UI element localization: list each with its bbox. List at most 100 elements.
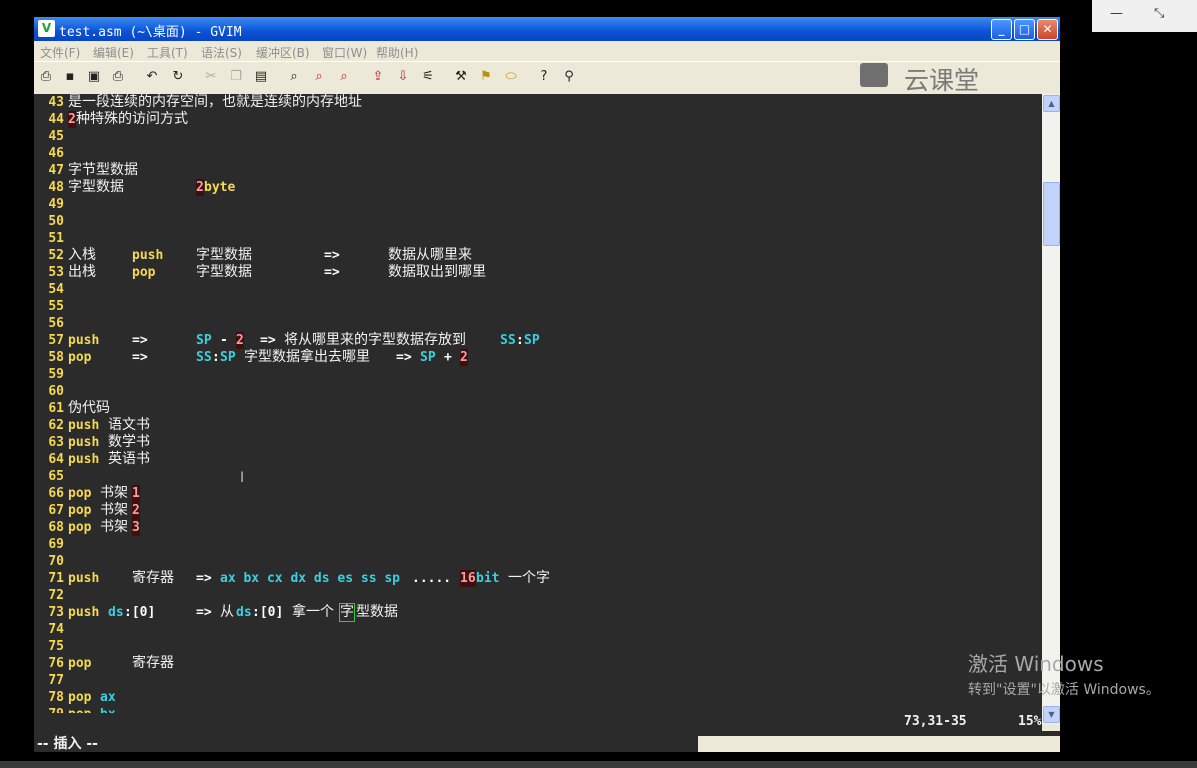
editor-line: 45	[34, 128, 1034, 145]
gvim-window: V test.asm (~\桌面) - GVIM _ □ ✕ 文件(F) 编辑(…	[34, 17, 1060, 752]
run-script-icon[interactable]: ⚟	[419, 68, 437, 86]
scroll-percent: 15%	[1018, 714, 1042, 729]
close-button[interactable]: ✕	[1037, 19, 1058, 40]
tag-jump-icon[interactable]: ⬭	[502, 68, 520, 86]
logo-mark-icon	[860, 63, 888, 87]
status-line: 73,31-35 15%	[34, 713, 1042, 731]
editor-line: 79 pop bx	[34, 706, 1034, 713]
editor-line: 53 出栈 pop 字型数据 => 数据取出到哪里	[34, 264, 1034, 281]
code-token: 数学书	[108, 434, 150, 450]
text-cursor: 字	[339, 603, 355, 622]
code-token: 数据从哪里来	[388, 247, 472, 263]
maximize-button[interactable]: □	[1014, 19, 1035, 40]
line-number: 57	[48, 333, 64, 348]
vertical-scrollbar[interactable]: ▲ ▼	[1042, 94, 1060, 724]
minimize-button[interactable]: _	[991, 19, 1012, 40]
line-number: 56	[48, 316, 64, 331]
code-token: 字型数据	[196, 264, 252, 280]
outer-restore-button[interactable]: ⤡	[1154, 6, 1164, 21]
scroll-thumb[interactable]	[1043, 182, 1060, 246]
run-ctags-icon[interactable]: ⚑	[477, 68, 495, 86]
load-session-icon[interactable]: ⇪	[369, 68, 387, 86]
copy-icon[interactable]: ❐	[227, 68, 245, 86]
menu-help[interactable]: 帮助(H)	[376, 44, 418, 61]
find-replace-icon[interactable]: ⌕	[285, 68, 303, 86]
line-number: 52	[48, 248, 64, 263]
logo-text: 云课堂	[904, 66, 980, 95]
code-token: push	[68, 452, 100, 467]
line-number: 70	[48, 554, 64, 569]
code-token: pop	[68, 503, 92, 518]
code-token: =>	[260, 333, 276, 348]
editor-line: 73 push ds:[0] => 从 ds:[0] 拿一个字型数据	[34, 603, 1034, 622]
save-all-icon[interactable]: ▣	[85, 68, 103, 86]
scroll-down-arrow-icon[interactable]: ▼	[1043, 706, 1060, 723]
make-icon[interactable]: ⚒	[452, 68, 470, 86]
code-token: 种特殊的访问方式	[76, 111, 188, 127]
editor-line: 77	[34, 672, 1034, 689]
code-token: =>	[132, 333, 148, 348]
code-token: SP	[524, 333, 540, 348]
code-token: 伪代码	[68, 400, 110, 416]
line-number: 45	[48, 129, 64, 144]
editor-line: 70	[34, 553, 1034, 570]
code-token: SS	[500, 333, 516, 348]
print-icon[interactable]: ⎙	[109, 68, 127, 86]
cut-icon[interactable]: ✂	[202, 68, 220, 86]
editor-line: 55	[34, 298, 1034, 315]
scroll-up-arrow-icon[interactable]: ▲	[1043, 95, 1060, 112]
code-token: 从	[220, 604, 234, 620]
editor-line: 63 push 数学书	[34, 434, 1034, 451]
outer-minimize-button[interactable]: —	[1110, 6, 1123, 21]
help-icon[interactable]: ?	[535, 68, 553, 86]
menu-tools[interactable]: 工具(T)	[147, 44, 188, 61]
code-token: 书架	[100, 485, 128, 501]
code-token: 1	[132, 485, 140, 502]
code-token: 将从哪里来的字型数据存放到	[284, 332, 466, 348]
paste-icon[interactable]: ▤	[252, 68, 270, 86]
redo-icon[interactable]: ↻	[169, 68, 187, 86]
editor-line: 56	[34, 315, 1034, 332]
editor-line: 43 是一段连续的内存空间，也就是连续的内存地址	[34, 94, 1034, 111]
editor-buffer[interactable]: 43 是一段连续的内存空间，也就是连续的内存地址 44 2 种特殊的访问方式 45 46 47…	[34, 94, 1042, 713]
code-token: push	[68, 418, 100, 433]
title-bar[interactable]: V test.asm (~\桌面) - GVIM _ □ ✕	[34, 17, 1060, 41]
code-token: bit	[476, 571, 500, 586]
line-number: 47	[48, 163, 64, 178]
undo-icon[interactable]: ↶	[143, 68, 161, 86]
code-token: ds	[236, 605, 252, 620]
menu-window[interactable]: 窗口(W)	[322, 44, 367, 61]
menu-buffers[interactable]: 缓冲区(B)	[256, 44, 310, 61]
find-prev-icon[interactable]: ⌕	[335, 68, 353, 86]
line-number: 78	[48, 690, 64, 705]
save-icon[interactable]: ▪	[61, 68, 79, 86]
menu-file[interactable]: 文件(F)	[40, 44, 80, 61]
watermark-subtitle: 转到"设置"以激活 Windows。	[968, 682, 1160, 698]
menu-edit[interactable]: 编辑(E)	[93, 44, 134, 61]
code-token: pop	[68, 656, 92, 671]
code-token: push	[68, 605, 100, 620]
code-token: 字节型数据	[68, 162, 138, 178]
find-next-icon[interactable]: ⌕	[310, 68, 328, 86]
editor-line: 59	[34, 366, 1034, 383]
code-token: 寄存器	[132, 655, 174, 671]
code-token: 书架	[100, 519, 128, 535]
code-token: 一个字	[508, 570, 550, 586]
open-icon[interactable]: ⎙	[37, 68, 55, 86]
editor-line: 69	[34, 536, 1034, 553]
save-session-icon[interactable]: ⇩	[394, 68, 412, 86]
editor-line: 54	[34, 281, 1034, 298]
editor-line: 44 2 种特殊的访问方式	[34, 111, 1034, 128]
find-help-icon[interactable]: ⚲	[560, 68, 578, 86]
line-number: 54	[48, 282, 64, 297]
command-line[interactable]: -- 插入 --	[34, 731, 1060, 752]
code-token: 寄存器	[132, 570, 174, 586]
editor-line: 68 pop 书架 3	[34, 519, 1034, 536]
code-token: -	[220, 333, 228, 348]
code-token: =>	[196, 605, 212, 620]
menu-syntax[interactable]: 语法(S)	[201, 44, 242, 61]
code-token: byte	[204, 180, 236, 195]
code-token: .....	[412, 571, 452, 586]
code-token: =>	[196, 571, 212, 586]
code-token: :[0]	[124, 605, 156, 620]
